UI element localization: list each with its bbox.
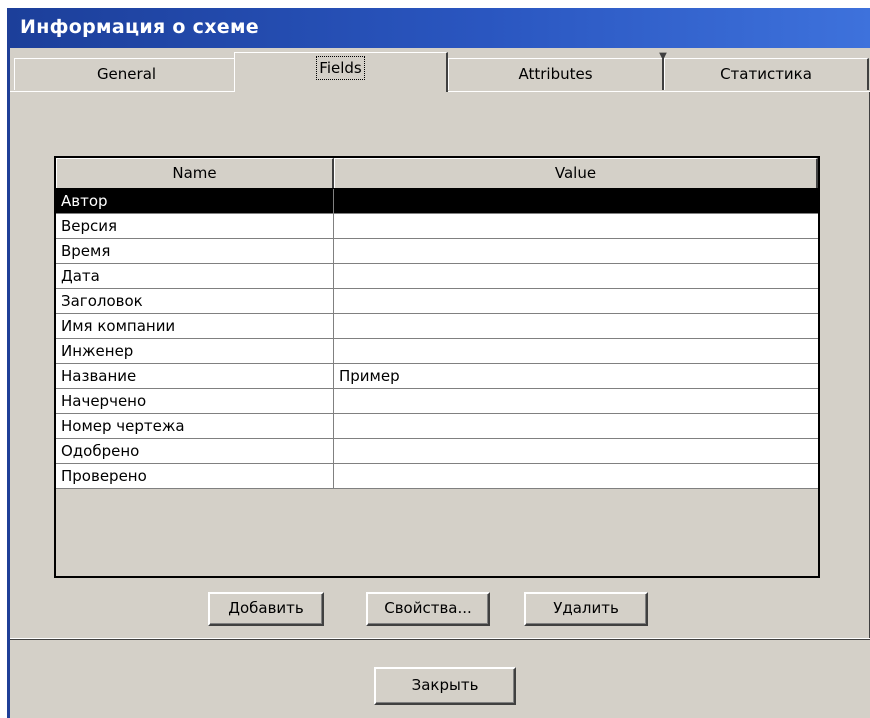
cell-value[interactable] [334, 239, 818, 263]
cell-value[interactable] [334, 414, 818, 438]
footer-divider [10, 638, 870, 639]
cell-value[interactable] [334, 189, 818, 213]
table-row[interactable]: Начерчено [56, 389, 818, 414]
table-row[interactable]: Время [56, 239, 818, 264]
cell-value[interactable] [334, 289, 818, 313]
table-row[interactable]: Проверено [56, 464, 818, 489]
table-header: Name Value [56, 158, 818, 189]
table-row[interactable]: Автор [56, 189, 818, 214]
cell-value[interactable] [334, 439, 818, 463]
cell-name[interactable]: Начерчено [56, 389, 334, 413]
cell-value[interactable]: Пример [334, 364, 818, 388]
properties-button[interactable]: Свойства... [366, 592, 490, 626]
tab-general-label: General [96, 65, 157, 83]
tab-statistics[interactable]: Статистика [664, 58, 869, 90]
cell-name[interactable]: Название [56, 364, 334, 388]
cell-value[interactable] [334, 464, 818, 488]
cell-name[interactable]: Дата [56, 264, 334, 288]
delete-button[interactable]: Удалить [524, 592, 648, 626]
fields-panel: Name Value Автор Версия Время Дата Заголовок… [10, 92, 870, 640]
table-row[interactable]: Дата [56, 264, 818, 289]
close-button[interactable]: Закрыть [374, 667, 516, 705]
table-row[interactable]: Название Пример [56, 364, 818, 389]
table-row[interactable]: Версия [56, 214, 818, 239]
title-bar[interactable]: Информация о схеме [10, 8, 870, 48]
window-title: Информация о схеме [20, 16, 259, 38]
cell-value[interactable] [334, 264, 818, 288]
cell-name[interactable]: Одобрено [56, 439, 334, 463]
cell-name[interactable]: Инженер [56, 339, 334, 363]
tab-fields-label: Fields [316, 56, 365, 80]
cell-name[interactable]: Имя компании [56, 314, 334, 338]
tab-attributes[interactable]: ▼ Attributes [448, 52, 667, 90]
table-row[interactable]: Имя компании [56, 314, 818, 339]
tab-general[interactable]: ▼ General [14, 52, 243, 90]
tab-attributes-label: Attributes [518, 65, 593, 83]
table-row[interactable]: Инженер [56, 339, 818, 364]
table-row[interactable]: Одобрено [56, 439, 818, 464]
tab-strip: ▼ General Fields ▼ Attributes Статистика [10, 50, 870, 92]
tab-fields[interactable]: Fields [234, 52, 448, 92]
column-header-value[interactable]: Value [334, 158, 818, 188]
scheme-info-window: Информация о схеме ▼ General Fields ▼ At… [7, 8, 870, 718]
cell-name[interactable]: Номер чертежа [56, 414, 334, 438]
table-body: Автор Версия Время Дата Заголовок Имя компани… [56, 189, 818, 489]
table-row[interactable]: Заголовок [56, 289, 818, 314]
column-header-name[interactable]: Name [56, 158, 334, 188]
table-row[interactable]: Номер чертежа [56, 414, 818, 439]
cell-name[interactable]: Проверено [56, 464, 334, 488]
cell-value[interactable] [334, 214, 818, 238]
cell-name[interactable]: Автор [56, 189, 334, 213]
cell-value[interactable] [334, 389, 818, 413]
cell-value[interactable] [334, 339, 818, 363]
cell-name[interactable]: Версия [56, 214, 334, 238]
tab-statistics-label: Статистика [720, 65, 812, 83]
fields-table[interactable]: Name Value Автор Версия Время Дата Заголовок… [54, 156, 820, 578]
cell-name[interactable]: Заголовок [56, 289, 334, 313]
cell-value[interactable] [334, 314, 818, 338]
add-button[interactable]: Добавить [208, 592, 324, 626]
cell-name[interactable]: Время [56, 239, 334, 263]
